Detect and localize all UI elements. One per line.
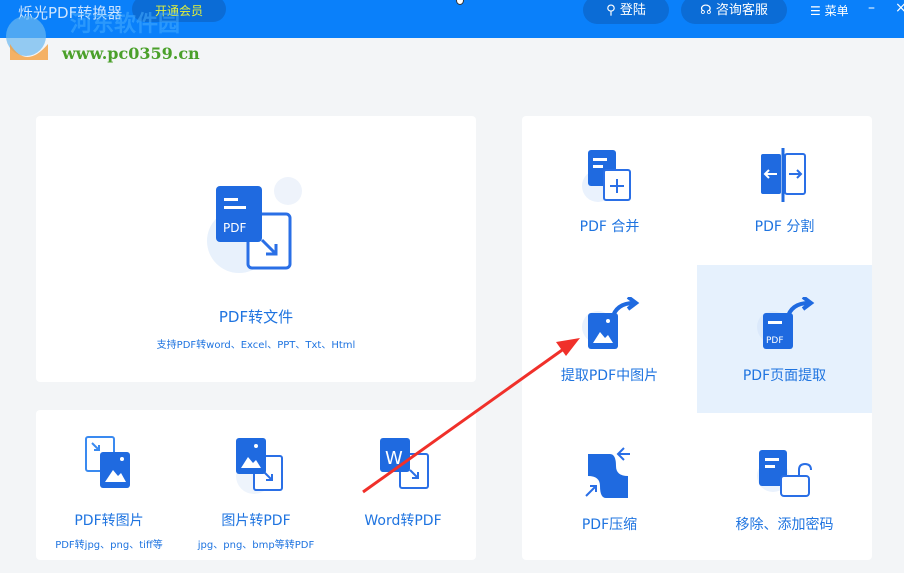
word-to-pdf-icon: W [380, 438, 429, 489]
pdf-compress-label: PDF压缩 [581, 517, 638, 533]
watermark-url: www.pc0359.cn [62, 44, 200, 63]
svg-text:W: W [385, 448, 403, 469]
svg-text:PDF: PDF [223, 221, 246, 235]
image-to-pdf-label: 图片转PDF [221, 513, 291, 529]
user-icon: ⚲ [606, 3, 620, 18]
extract-images-label: 提取PDF中图片 [560, 368, 659, 384]
watermark-name: 河东软件园 [70, 12, 181, 37]
image-to-pdf-desc: jpg、png、bmp等转PDF [197, 540, 315, 551]
image-to-pdf-icon [236, 438, 283, 494]
extract-image-icon [582, 297, 640, 349]
menu-button[interactable]: ☰ 菜单 [810, 2, 849, 19]
pdf-compress-button[interactable]: PDF压缩 [522, 414, 697, 562]
headset-icon: ☊ [700, 3, 716, 18]
minimize-button[interactable]: – [868, 0, 875, 16]
pdf-to-file-label: PDF转文件 [218, 308, 294, 326]
tools-card: PDF 合并 PDF 分割 提取PDF中图片 PDF PDF页面提取 PDF压缩… [522, 116, 872, 560]
pdf-to-image-desc: PDF转jpg、png、tiff等 [55, 540, 163, 551]
word-to-pdf-button[interactable]: W Word转PDF [330, 410, 476, 560]
pdf-to-file-card[interactable]: PDF PDF转文件 支持PDF转word、Excel、PPT、Txt、Html [36, 116, 476, 382]
pdf-to-image-button[interactable]: PDF转图片 PDF转jpg、png、tiff等 [36, 410, 182, 560]
support-button[interactable]: ☊ 咨询客服 [681, 0, 787, 24]
lock-icon [757, 450, 812, 497]
image-to-pdf-button[interactable]: 图片转PDF jpg、png、bmp等转PDF [182, 410, 330, 560]
pdf-split-button[interactable]: PDF 分割 [697, 116, 872, 264]
extract-images-button[interactable]: 提取PDF中图片 [522, 265, 697, 413]
pdf-page-extract-label: PDF页面提取 [742, 368, 827, 384]
close-button[interactable]: × [895, 0, 904, 16]
password-button[interactable]: 移除、添加密码 [697, 414, 872, 562]
watermark-logo-icon [6, 16, 48, 60]
pdf-to-file-desc: 支持PDF转word、Excel、PPT、Txt、Html [156, 340, 356, 351]
page-extract-icon: PDF [757, 297, 815, 349]
password-label: 移除、添加密码 [735, 517, 834, 533]
login-button[interactable]: ⚲ 登陆 [583, 0, 669, 24]
merge-icon [582, 150, 631, 202]
svg-text:PDF: PDF [766, 336, 784, 346]
split-icon [761, 148, 806, 202]
pdf-to-image-label: PDF转图片 [74, 513, 144, 529]
pdf-to-file-icon: PDF [207, 177, 302, 273]
pdf-merge-button[interactable]: PDF 合并 [522, 116, 697, 264]
pdf-to-image-icon [85, 436, 130, 488]
word-to-pdf-label: Word转PDF [364, 513, 442, 529]
pdf-page-extract-button[interactable]: PDF PDF页面提取 [697, 265, 872, 413]
pdf-merge-label: PDF 合并 [579, 219, 640, 235]
pdf-split-label: PDF 分割 [754, 219, 815, 235]
convert-card: PDF转图片 PDF转jpg、png、tiff等 图片转PDF jpg、png、… [36, 410, 476, 560]
compress-icon [585, 447, 630, 498]
menu-icon: ☰ [810, 4, 825, 18]
